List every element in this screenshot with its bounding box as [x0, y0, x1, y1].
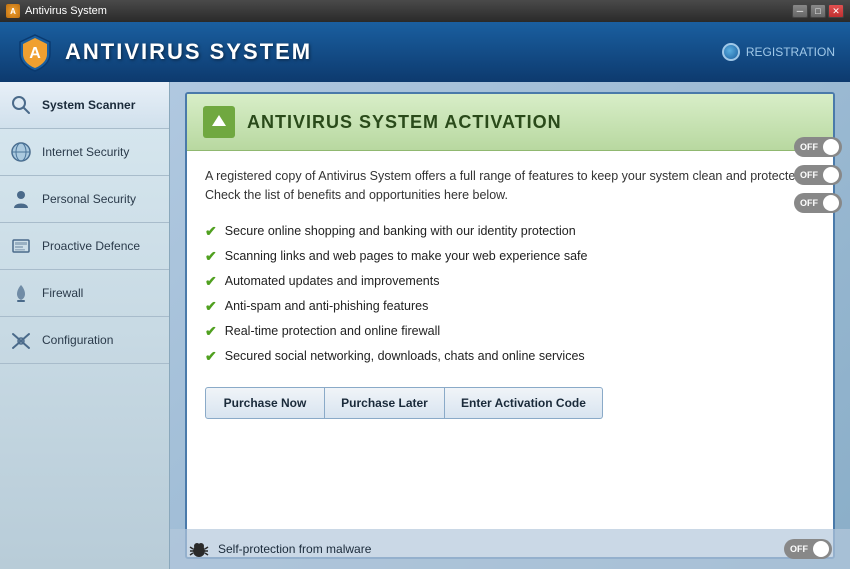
- self-protection-label: Self-protection from malware: [188, 538, 371, 560]
- list-item: ✔ Automated updates and improvements: [205, 269, 815, 294]
- maximize-button[interactable]: □: [810, 4, 826, 18]
- self-protection-text: Self-protection from malware: [218, 542, 371, 556]
- feature-text: Scanning links and web pages to make you…: [225, 249, 588, 263]
- shield-icon: A: [15, 32, 55, 72]
- sidebar-item-label: Proactive Defence: [42, 239, 140, 253]
- toggle-knob: [823, 139, 839, 155]
- enter-code-button[interactable]: Enter Activation Code: [445, 387, 603, 419]
- minimize-button[interactable]: ─: [792, 4, 808, 18]
- app-title: ANTIVIRUS SYSTEM: [65, 39, 312, 65]
- sidebar-item-label: System Scanner: [42, 98, 135, 112]
- activation-description: A registered copy of Antivirus System of…: [205, 167, 815, 205]
- svg-text:A: A: [29, 45, 41, 62]
- purchase-now-button[interactable]: Purchase Now: [205, 387, 325, 419]
- purchase-later-button[interactable]: Purchase Later: [325, 387, 445, 419]
- sidebar: System Scanner Internet Security Per: [0, 82, 170, 569]
- person-icon: [10, 188, 32, 210]
- check-icon: ✔: [205, 298, 217, 315]
- side-toggle-3[interactable]: [794, 193, 842, 213]
- registration-label: REGISTRATION: [746, 45, 835, 59]
- globe-icon: [722, 43, 740, 61]
- bug-icon: [188, 538, 210, 560]
- defence-icon: [10, 235, 32, 257]
- config-icon: [10, 329, 32, 351]
- bottom-protection-row: Self-protection from malware: [170, 529, 850, 569]
- up-arrow-icon: [203, 106, 235, 138]
- check-icon: ✔: [205, 248, 217, 265]
- sidebar-item-personal-security[interactable]: Personal Security: [0, 176, 169, 223]
- sidebar-item-proactive-defence[interactable]: Proactive Defence: [0, 223, 169, 270]
- app-icon: A: [6, 4, 20, 18]
- side-toggle-2[interactable]: [794, 165, 842, 185]
- list-item: ✔ Scanning links and web pages to make y…: [205, 244, 815, 269]
- close-button[interactable]: ✕: [828, 4, 844, 18]
- side-toggle-1[interactable]: [794, 137, 842, 157]
- list-item: ✔ Real-time protection and online firewa…: [205, 319, 815, 344]
- window-controls: ─ □ ✕: [792, 4, 844, 18]
- activation-body: A registered copy of Antivirus System of…: [187, 151, 833, 435]
- feature-text: Anti-spam and anti-phishing features: [225, 299, 429, 313]
- feature-text: Automated updates and improvements: [225, 274, 440, 288]
- feature-text: Secure online shopping and banking with …: [225, 224, 576, 238]
- internet-icon: [10, 141, 32, 163]
- toggle-knob: [813, 541, 829, 557]
- list-item: ✔ Secured social networking, downloads, …: [205, 344, 815, 369]
- feature-text: Real-time protection and online firewall: [225, 324, 440, 338]
- logo: A ANTIVIRUS SYSTEM: [15, 32, 312, 72]
- activation-title: ANTIVIRUS SYSTEM ACTIVATION: [247, 112, 562, 133]
- scanner-icon: [10, 94, 32, 116]
- list-item: ✔ Secure online shopping and banking wit…: [205, 219, 815, 244]
- sidebar-item-system-scanner[interactable]: System Scanner: [0, 82, 169, 129]
- window-title: Antivirus System: [25, 5, 792, 17]
- check-icon: ✔: [205, 223, 217, 240]
- sidebar-item-internet-security[interactable]: Internet Security: [0, 129, 169, 176]
- self-protection-toggle[interactable]: [784, 539, 832, 559]
- registration-link[interactable]: REGISTRATION: [722, 43, 835, 61]
- check-icon: ✔: [205, 348, 217, 365]
- sidebar-item-firewall[interactable]: Firewall: [0, 270, 169, 317]
- sidebar-item-label: Firewall: [42, 286, 83, 300]
- button-row: Purchase Now Purchase Later Enter Activa…: [205, 387, 815, 419]
- sidebar-item-label: Configuration: [42, 333, 113, 347]
- sidebar-item-label: Internet Security: [42, 145, 129, 159]
- sidebar-item-configuration[interactable]: Configuration: [0, 317, 169, 364]
- activation-header: ANTIVIRUS SYSTEM ACTIVATION: [187, 94, 833, 151]
- activation-dialog: ANTIVIRUS SYSTEM ACTIVATION A registered…: [185, 92, 835, 559]
- app-header: A ANTIVIRUS SYSTEM REGISTRATION: [0, 22, 850, 82]
- check-icon: ✔: [205, 323, 217, 340]
- toggle-knob: [823, 167, 839, 183]
- sidebar-item-label: Personal Security: [42, 192, 136, 206]
- check-icon: ✔: [205, 273, 217, 290]
- feature-list: ✔ Secure online shopping and banking wit…: [205, 219, 815, 369]
- content-area: ANTIVIRUS SYSTEM ACTIVATION A registered…: [170, 82, 850, 569]
- title-bar: A Antivirus System ─ □ ✕: [0, 0, 850, 22]
- main-container: System Scanner Internet Security Per: [0, 82, 850, 569]
- side-toggles: [794, 137, 842, 213]
- feature-text: Secured social networking, downloads, ch…: [225, 349, 585, 363]
- firewall-icon: [10, 282, 32, 304]
- list-item: ✔ Anti-spam and anti-phishing features: [205, 294, 815, 319]
- toggle-knob: [823, 195, 839, 211]
